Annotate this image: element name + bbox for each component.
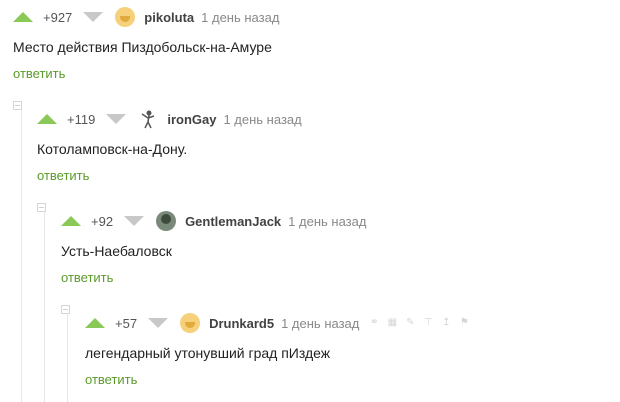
save-icon[interactable]: ▦ (387, 318, 397, 328)
comment-header: +119 ironGay 1 день назад (37, 108, 302, 130)
collapse-toggle[interactable] (61, 305, 70, 314)
comment-header: +92 GentlemanJack 1 день назад (61, 210, 366, 232)
comment-text: Усть-Наебаловск (61, 243, 172, 259)
comment-header: +927 pikoluta 1 день назад (13, 6, 279, 28)
reply-link[interactable]: ответить (61, 270, 113, 285)
avatar[interactable] (180, 313, 201, 333)
thread-line (44, 212, 45, 402)
comment-header: +57 Drunkard5 1 день назад ⚭ ▦ ✎ ⊤ ↥ ⚑ (85, 312, 477, 334)
share-icon[interactable]: ↥ (441, 318, 451, 328)
comment-text: Котоламповск-на-Дону. (37, 141, 188, 157)
username[interactable]: ironGay (167, 112, 216, 127)
link-icon[interactable]: ⚭ (369, 318, 379, 328)
username[interactable]: GentlemanJack (185, 214, 281, 229)
avatar[interactable] (115, 7, 136, 27)
downvote-icon[interactable] (124, 216, 145, 226)
edit-icon[interactable]: ✎ (405, 318, 415, 328)
rating-score: +927 (43, 9, 73, 25)
reply-link[interactable]: ответить (13, 66, 65, 81)
flag-icon[interactable]: ⚑ (459, 318, 469, 328)
rating-score: +57 (115, 315, 138, 331)
username[interactable]: Drunkard5 (209, 316, 274, 331)
downvote-icon[interactable] (106, 114, 127, 124)
avatar[interactable] (156, 211, 177, 231)
upvote-icon[interactable] (13, 12, 33, 22)
avatar[interactable] (138, 109, 158, 129)
collapse-toggle[interactable] (13, 101, 22, 110)
downvote-icon[interactable] (148, 318, 169, 328)
username[interactable]: pikoluta (144, 10, 194, 25)
timestamp: 1 день назад (223, 111, 302, 127)
rating-score: +92 (91, 213, 114, 229)
upvote-icon[interactable] (37, 114, 57, 124)
rating-score: +119 (67, 111, 96, 127)
reply-link[interactable]: ответить (85, 372, 137, 387)
collapse-toggle[interactable] (37, 203, 46, 212)
upvote-icon[interactable] (61, 216, 81, 226)
timestamp: 1 день назад (201, 9, 280, 25)
comment-text: Место действия Пиздобольск-на-Амуре (13, 39, 272, 55)
downvote-icon[interactable] (83, 12, 104, 22)
comment-tools: ⚭ ▦ ✎ ⊤ ↥ ⚑ (369, 318, 477, 328)
stick-figure-icon (141, 110, 155, 129)
reply-link[interactable]: ответить (37, 168, 89, 183)
thread-line (21, 110, 22, 402)
timestamp: 1 день назад (281, 315, 360, 331)
comment-text: легендарный утонувший град пИздеж (85, 345, 331, 361)
pin-icon[interactable]: ⊤ (423, 318, 433, 328)
upvote-icon[interactable] (85, 318, 105, 328)
timestamp: 1 день назад (288, 213, 367, 229)
thread-line (67, 314, 68, 402)
